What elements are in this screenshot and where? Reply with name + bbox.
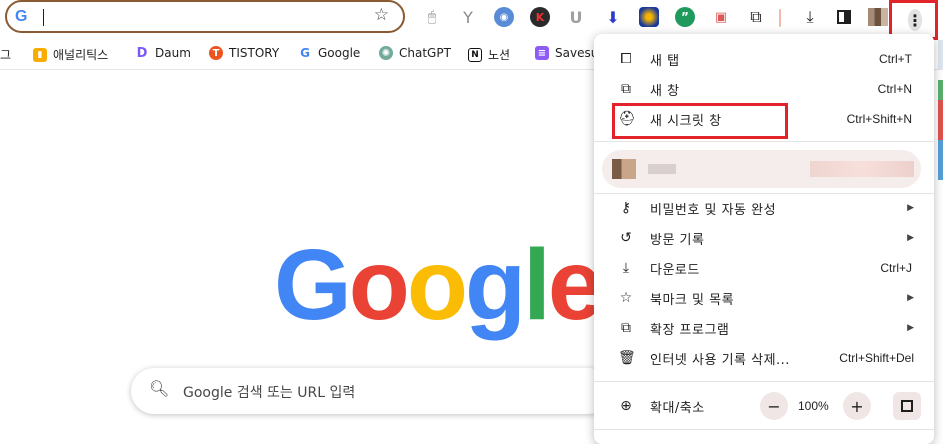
tistory-icon: T: [209, 46, 223, 60]
window-edge: [938, 140, 943, 180]
new-tab-icon: ⧠: [620, 51, 632, 67]
new-window-icon: ⧉: [621, 81, 631, 97]
window-edge: [938, 40, 943, 70]
bookmark-item[interactable]: ≡ Savesu: [535, 46, 598, 60]
chatgpt-icon: ✺: [379, 46, 393, 60]
bookmark-item[interactable]: ▮ 애널리틱스: [33, 46, 108, 63]
puzzle-icon: ⧉: [621, 320, 631, 336]
profile-avatar[interactable]: [868, 8, 888, 26]
bookmark-item[interactable]: T TISTORY: [209, 46, 279, 60]
u-icon[interactable]: U: [566, 7, 586, 27]
menu-item-history[interactable]: ↺ 방문 기록 ▶: [594, 223, 934, 253]
k-icon[interactable]: K: [530, 7, 550, 27]
google-icon: G: [15, 8, 28, 25]
mouse-icon[interactable]: 🖱: [422, 7, 442, 27]
savesu-icon: ≡: [535, 46, 549, 60]
text-cursor: [43, 9, 44, 26]
menu-item-extensions[interactable]: ⧉ 확장 프로그램 ▶: [594, 313, 934, 343]
notion-icon: N: [468, 47, 482, 62]
colorball-icon[interactable]: [639, 7, 659, 27]
profile-avatar: [612, 159, 636, 179]
window-edge: [938, 80, 943, 100]
zoom-level: 100%: [798, 399, 829, 413]
quote-icon[interactable]: ”: [675, 7, 695, 27]
toolbar-divider: [779, 9, 781, 27]
download-icon[interactable]: ⤓: [800, 7, 820, 27]
address-bar[interactable]: G ☆: [5, 0, 405, 33]
zoom-icon: ⊕: [620, 398, 632, 414]
menu-divider: [594, 429, 934, 430]
arrow-down-icon[interactable]: ⬇: [603, 7, 623, 27]
menu-item-new-tab[interactable]: ⧠ 새 탭 Ctrl+T: [594, 44, 934, 74]
search-icon: 🔍︎: [149, 379, 170, 398]
bookmark-item[interactable]: N 노션: [468, 46, 510, 63]
menu-item-bookmarks[interactable]: ☆ 북마크 및 목록 ▶: [594, 283, 934, 313]
ticket-icon[interactable]: ▣: [711, 7, 731, 27]
zoom-in-button[interactable]: +: [843, 392, 871, 420]
menu-item-downloads[interactable]: ⤓ 다운로드 Ctrl+J: [594, 253, 934, 283]
browser-toolbar: G ☆ 🖱 Y ◉ K U ⬇ ” ▣ ⧉ ⤓ ⋮: [0, 0, 943, 40]
history-icon: ↺: [620, 230, 632, 246]
menu-divider: [594, 381, 934, 382]
download-icon: ⤓: [622, 260, 630, 276]
highlight-box: [612, 103, 788, 139]
profile-name-blurred: [648, 164, 676, 174]
zoom-out-button[interactable]: −: [760, 392, 788, 420]
bookmark-item[interactable]: G Google: [298, 46, 360, 60]
shield-icon[interactable]: ◉: [494, 7, 514, 27]
daum-icon: D: [135, 45, 149, 61]
submenu-arrow-icon: ▶: [907, 233, 914, 243]
submenu-arrow-icon: ▶: [907, 323, 914, 333]
trash-icon: 🗑︎: [618, 350, 636, 366]
profile-row[interactable]: [602, 150, 921, 188]
submenu-arrow-icon: ▶: [907, 293, 914, 303]
profile-email-blurred: [810, 161, 914, 177]
submenu-arrow-icon: ▶: [907, 203, 914, 213]
chrome-main-menu: ⧠ 새 탭 Ctrl+T ⧉ 새 창 Ctrl+N ⛑ 새 시크릿 창 Ctrl…: [594, 34, 934, 444]
bookmark-item[interactable]: D Daum: [135, 45, 191, 61]
bookmark-star-icon[interactable]: ☆: [374, 5, 389, 25]
google-search-box[interactable]: 🔍︎ Google 검색 또는 URL 입력: [131, 368, 611, 414]
more-vert-icon: ⋮: [907, 9, 923, 31]
search-placeholder: Google 검색 또는 URL 입력: [183, 385, 356, 401]
feather-icon[interactable]: Y: [458, 7, 478, 27]
fullscreen-icon: [901, 400, 913, 412]
side-panel-icon[interactable]: [834, 7, 854, 27]
puzzle-icon[interactable]: ⧉: [746, 7, 766, 27]
menu-item-passwords[interactable]: ⚷ 비밀번호 및 자동 완성 ▶: [594, 193, 934, 223]
menu-item-new-window[interactable]: ⧉ 새 창 Ctrl+N: [594, 74, 934, 104]
fullscreen-button[interactable]: [893, 392, 921, 420]
menu-divider: [594, 141, 934, 142]
window-edge: [938, 100, 943, 140]
menu-item-clear-browsing-data[interactable]: 🗑︎ 인터넷 사용 기록 삭제... Ctrl+Shift+Del: [594, 343, 934, 373]
bookmark-item[interactable]: ✺ ChatGPT: [379, 46, 451, 60]
key-icon: ⚷: [620, 200, 632, 216]
star-icon: ☆: [619, 290, 633, 306]
google-icon: G: [298, 46, 312, 60]
google-logo: Google: [274, 229, 603, 341]
analytics-icon: ▮: [33, 47, 47, 62]
bookmark-item[interactable]: 그: [0, 46, 11, 63]
